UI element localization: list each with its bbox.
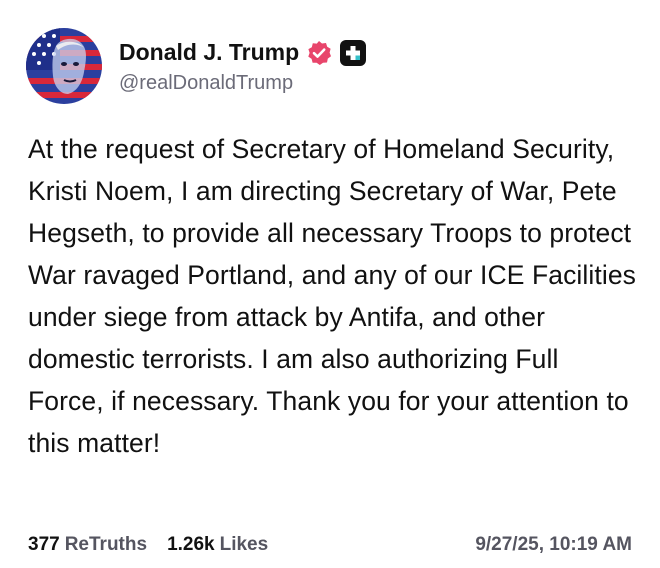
- likes-stat[interactable]: 1.26k Likes: [167, 534, 268, 556]
- post-footer: 377 ReTruths 1.26k Likes 9/27/25, 10:19 …: [28, 530, 632, 560]
- flag-portrait-avatar-icon: [26, 28, 102, 104]
- retruths-label: ReTruths: [64, 534, 148, 555]
- retruths-count: 377: [28, 534, 60, 555]
- post-body-text: At the request of Secretary of Homeland …: [28, 134, 637, 458]
- truth-social-icon: [340, 39, 367, 66]
- post-timestamp[interactable]: 9/27/25, 10:19 AM: [475, 534, 632, 556]
- truth-post: Donald J. Trump @realDonaldTrump At the …: [0, 0, 660, 568]
- author-identity: Donald J. Trump @realDonaldTrump: [119, 38, 367, 95]
- likes-label: Likes: [219, 534, 269, 555]
- name-row: Donald J. Trump: [119, 38, 367, 68]
- author-handle[interactable]: @realDonaldTrump: [119, 72, 366, 95]
- retruths-stat[interactable]: 377 ReTruths: [28, 534, 147, 556]
- verified-badge-icon: [306, 40, 332, 66]
- avatar[interactable]: [26, 28, 102, 104]
- author-display-name[interactable]: Donald J. Trump: [119, 39, 299, 66]
- likes-count: 1.26k: [167, 534, 215, 555]
- post-header: Donald J. Trump @realDonaldTrump: [26, 28, 367, 104]
